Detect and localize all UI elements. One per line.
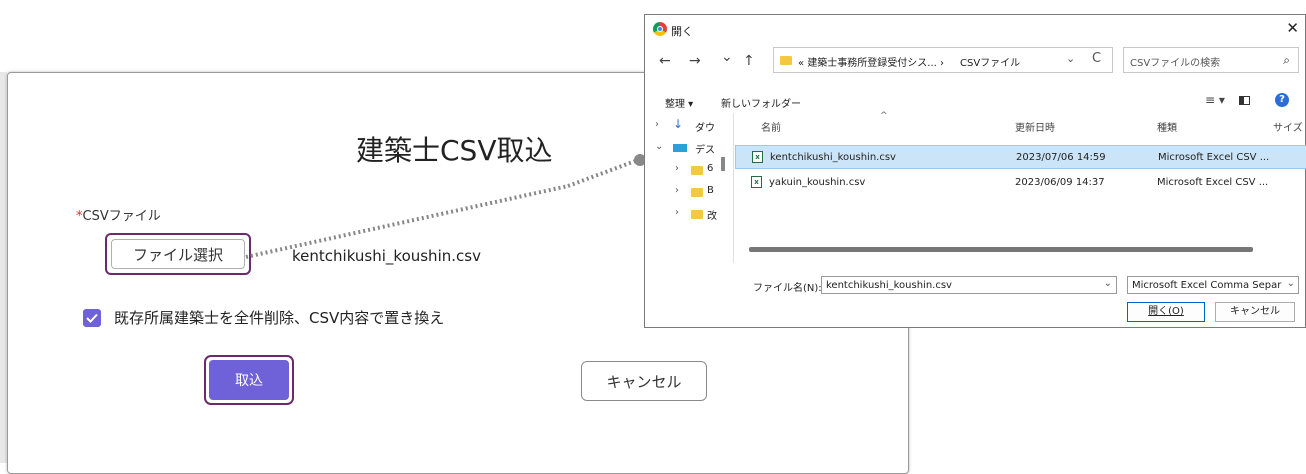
chevron-down-icon[interactable]: ⌄ [1066, 52, 1075, 65]
recent-locations-icon[interactable]: ⌄ [721, 49, 733, 65]
file-open-dialog: 開く ✕ ← → ⌄ ↑ « 建築士事務所登録受付シス... › CSVファイル… [644, 14, 1306, 328]
file-name: yakuin_koushin.csv [769, 177, 866, 188]
import-button[interactable]: 取込 [209, 360, 289, 400]
chevron-right-icon[interactable]: › [655, 119, 659, 130]
file-modified: 2023/06/09 14:37 [1015, 177, 1105, 188]
file-row[interactable]: x yakuin_koushin.csv 2023/06/09 14:37 Mi… [735, 171, 1306, 195]
file-row[interactable]: x kentchikushi_koushin.csv 2023/07/06 14… [735, 145, 1306, 169]
horizontal-scrollbar[interactable] [749, 247, 1253, 252]
folder-icon [691, 210, 703, 219]
sort-indicator-icon: ^ [880, 111, 888, 121]
address-current-folder[interactable]: CSVファイル [960, 54, 1020, 69]
chevron-right-icon[interactable]: › [675, 207, 679, 218]
folder-icon [780, 56, 792, 65]
chevron-down-icon[interactable]: ⌄ [655, 141, 663, 152]
excel-csv-icon: x [752, 151, 763, 163]
new-folder-button[interactable]: 新しいフォルダー [721, 95, 801, 110]
tree-item-folder[interactable]: › B [645, 181, 735, 203]
tree-label: 6 [707, 163, 714, 174]
excel-csv-icon: x [751, 176, 762, 188]
filename-input[interactable]: kentchikushi_koushin.csv ⌄ [821, 276, 1117, 294]
chevron-down-icon[interactable]: ⌄ [1104, 278, 1112, 289]
folder-icon [691, 188, 703, 197]
chevron-right-icon[interactable]: › [675, 163, 679, 174]
tree-scrollbar[interactable] [721, 157, 725, 171]
chevron-right-icon[interactable]: › [675, 185, 679, 196]
preview-pane-icon[interactable] [1239, 96, 1250, 105]
search-placeholder: CSVファイルの検索 [1130, 58, 1221, 69]
open-button-label: 開く(O) [1148, 306, 1184, 317]
dialog-toolbar: 整理 ▾ 新しいフォルダー ≡ ▾ ? [645, 91, 1305, 113]
filetype-value: Microsoft Excel Comma Separat [1132, 280, 1282, 291]
tree-label: B [707, 185, 714, 196]
column-size[interactable]: サイズ [1273, 119, 1303, 134]
cancel-button[interactable]: キャンセル [581, 361, 707, 401]
file-type: Microsoft Excel CSV ... [1158, 152, 1270, 163]
csv-file-field-label: *CSVファイル [76, 205, 161, 224]
chrome-icon [653, 22, 667, 36]
tree-item-desktop[interactable]: ⌄ デス [645, 137, 735, 159]
tree-label: ダウ [695, 123, 715, 134]
file-modified: 2023/07/06 14:59 [1016, 152, 1106, 163]
import-button-highlight: 取込 [204, 355, 294, 405]
tree-item-downloads[interactable]: › ↓ ダウ [645, 115, 735, 137]
tree-label: 改 [707, 211, 717, 222]
file-select-highlight: ファイル選択 [105, 233, 251, 275]
address-parent[interactable]: 建築士事務所登録受付シス... [807, 58, 937, 69]
filetype-select[interactable]: Microsoft Excel Comma Separat ⌄ [1127, 276, 1299, 294]
address-prefix: « [798, 58, 805, 69]
up-arrow-icon[interactable]: ↑ [743, 53, 755, 69]
modal-title: 建築士CSV取込 [356, 134, 553, 167]
background-page-edge [0, 72, 7, 463]
organize-menu[interactable]: 整理 ▾ [665, 95, 693, 110]
dialog-titlebar: 開く ✕ [645, 15, 1305, 43]
column-name[interactable]: 名前 [761, 119, 781, 134]
chevron-down-icon[interactable]: ⌄ [1287, 278, 1295, 289]
address-separator: › [940, 58, 945, 69]
dialog-cancel-button[interactable]: キャンセル [1215, 302, 1295, 322]
file-name: kentchikushi_koushin.csv [770, 152, 896, 163]
folder-icon [691, 166, 703, 175]
refresh-icon[interactable]: C [1092, 51, 1101, 66]
selected-file-name: kentchikushi_koushin.csv [292, 247, 481, 265]
checkmark-icon [86, 313, 98, 323]
filename-label: ファイル名(N): [753, 283, 822, 294]
replace-all-checkbox-label[interactable]: 既存所属建築士を全件削除、CSV内容で置き換え [114, 307, 444, 328]
search-box[interactable]: CSVファイルの検索 ⌕ [1123, 47, 1299, 73]
tree-label: デス [695, 145, 715, 156]
close-icon[interactable]: ✕ [1286, 19, 1299, 37]
back-arrow-icon[interactable]: ← [659, 53, 671, 69]
file-select-button[interactable]: ファイル選択 [111, 239, 245, 269]
address-bar[interactable]: « 建築士事務所登録受付シス... › CSVファイル ⌄ C [773, 47, 1113, 73]
filename-value: kentchikushi_koushin.csv [826, 280, 952, 291]
csv-file-label-text: CSVファイル [82, 209, 161, 224]
column-modified[interactable]: 更新日時 [1015, 119, 1055, 134]
download-icon: ↓ [673, 117, 684, 131]
forward-arrow-icon[interactable]: → [689, 53, 701, 69]
open-button[interactable]: 開く(O) [1127, 302, 1205, 322]
desktop-icon [673, 144, 687, 152]
tree-item-folder[interactable]: › 改 [645, 203, 735, 225]
view-options-icon[interactable]: ≡ ▾ [1205, 93, 1225, 107]
replace-all-checkbox[interactable] [83, 309, 101, 327]
pane-divider[interactable] [733, 113, 734, 263]
file-type: Microsoft Excel CSV ... [1157, 177, 1269, 188]
column-type[interactable]: 種類 [1157, 119, 1177, 134]
file-list-header: 名前 ^ 更新日時 種類 サイズ [735, 111, 1306, 135]
dialog-title: 開く [671, 25, 693, 38]
address-path: « 建築士事務所登録受付シス... › [798, 54, 944, 69]
search-icon: ⌕ [1283, 53, 1290, 67]
help-icon[interactable]: ? [1275, 93, 1289, 107]
